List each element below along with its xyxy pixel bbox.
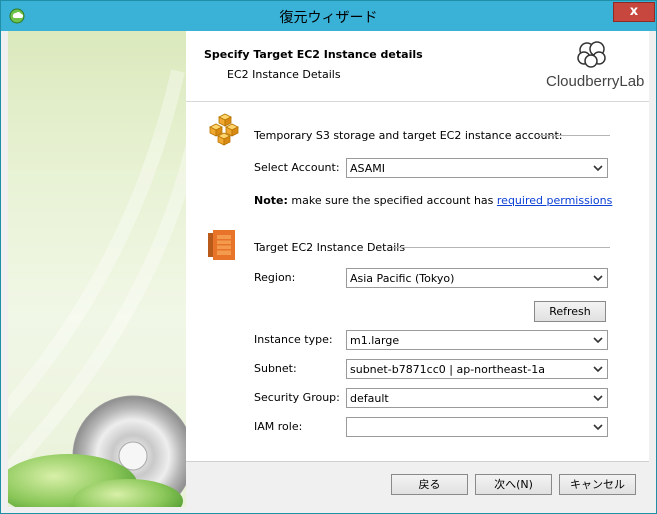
- cloudberry-logo-icon: [577, 41, 606, 68]
- instance-type-select[interactable]: m1.large: [346, 330, 608, 350]
- chevron-down-icon: [593, 275, 603, 282]
- region-select[interactable]: Asia Pacific (Tokyo): [346, 268, 608, 288]
- required-permissions-link[interactable]: required permissions: [497, 194, 612, 207]
- back-button[interactable]: 戻る: [391, 474, 468, 495]
- wizard-content: Specify Target EC2 Instance details EC2 …: [186, 31, 649, 507]
- next-button[interactable]: 次へ(N): [475, 474, 552, 495]
- chevron-down-icon: [593, 337, 603, 344]
- cd-disc-illustration: [8, 69, 186, 507]
- brand-name: CloudberryLab: [546, 73, 645, 90]
- subnet-select[interactable]: subnet-b7871cc0 | ap-northeast-1a: [346, 359, 608, 379]
- security-group-label: Security Group:: [254, 391, 340, 404]
- permissions-note: Note: make sure the specified account ha…: [254, 194, 612, 207]
- region-label: Region:: [254, 271, 296, 284]
- page-title: Specify Target EC2 Instance details: [204, 48, 423, 61]
- close-button[interactable]: x: [613, 2, 655, 22]
- note-bold-label: Note:: [254, 194, 288, 207]
- iam-role-label: IAM role:: [254, 420, 303, 433]
- subnet-select-value: subnet-b7871cc0 | ap-northeast-1a: [350, 363, 545, 376]
- cancel-button[interactable]: キャンセル: [559, 474, 636, 495]
- chevron-down-icon: [593, 165, 603, 172]
- account-select[interactable]: ASAMI: [346, 158, 608, 178]
- security-group-select[interactable]: default: [346, 388, 608, 408]
- chevron-down-icon: [593, 366, 603, 373]
- subnet-label: Subnet:: [254, 362, 297, 375]
- title-bar[interactable]: 復元ウィザード x: [1, 1, 656, 31]
- wizard-header: Specify Target EC2 Instance details EC2 …: [186, 31, 649, 102]
- iam-role-select[interactable]: [346, 417, 608, 437]
- page-subtitle: EC2 Instance Details: [227, 68, 341, 81]
- close-icon: x: [629, 4, 639, 19]
- account-select-value: ASAMI: [350, 162, 385, 175]
- note-text: make sure the specified account has: [287, 194, 497, 207]
- chevron-down-icon: [593, 395, 603, 402]
- s3-section-divider: [538, 135, 610, 136]
- region-select-value: Asia Pacific (Tokyo): [350, 272, 455, 285]
- chevron-down-icon: [593, 424, 603, 431]
- wizard-client: Specify Target EC2 Instance details EC2 …: [8, 31, 649, 507]
- ec2-section-divider: [392, 247, 610, 248]
- s3-section-heading: Temporary S3 storage and target EC2 inst…: [254, 129, 563, 142]
- refresh-button[interactable]: Refresh: [534, 301, 606, 322]
- instance-type-select-value: m1.large: [350, 334, 400, 347]
- select-account-label: Select Account:: [254, 161, 340, 174]
- ec2-instance-icon: [208, 230, 235, 260]
- security-group-select-value: default: [350, 392, 389, 405]
- wizard-side-banner: [8, 31, 186, 507]
- ec2-section-heading: Target EC2 Instance Details: [254, 241, 406, 254]
- s3-storage-icon: [209, 113, 239, 146]
- instance-type-label: Instance type:: [254, 333, 333, 346]
- wizard-window: 復元ウィザード x Specify Target EC2 Instance de…: [0, 0, 657, 514]
- window-title: 復元ウィザード: [279, 10, 378, 26]
